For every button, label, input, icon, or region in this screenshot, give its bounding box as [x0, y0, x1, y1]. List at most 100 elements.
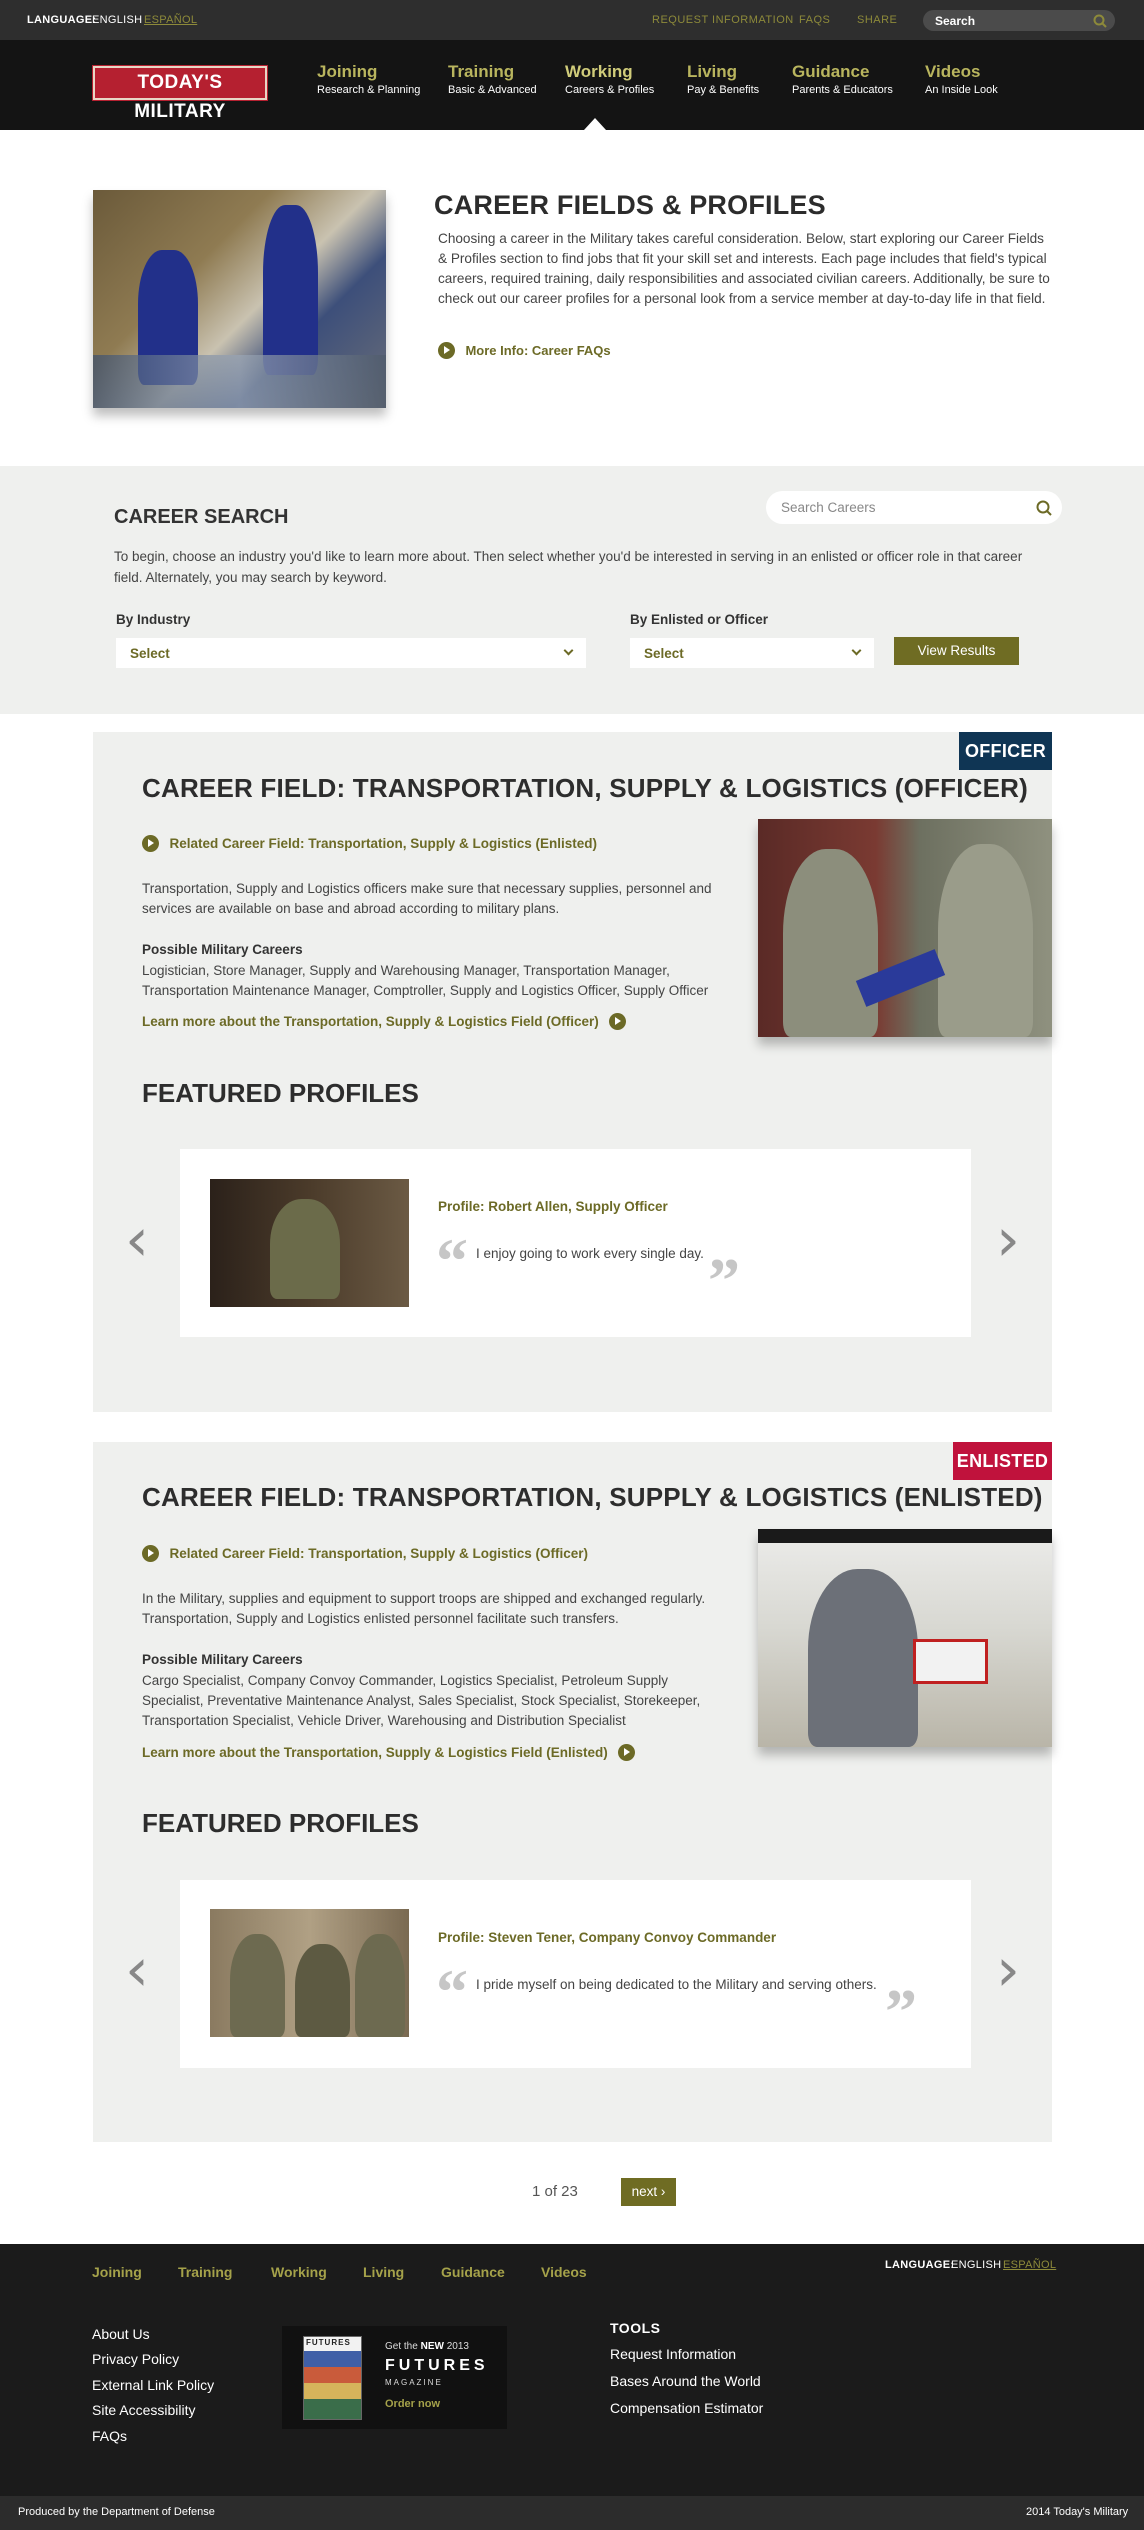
site-footer: [0, 2244, 1144, 2496]
footer-link-privacy[interactable]: Privacy Policy: [92, 2351, 179, 2367]
featured-profiles-title: FEATURED PROFILES: [142, 1808, 419, 1838]
futures-magazine-promo[interactable]: FUTURES Get the NEW 2013 FUTURES MAGAZIN…: [282, 2326, 507, 2429]
career-search-placeholder: Search Careers: [781, 500, 876, 515]
footer-nav-working[interactable]: Working: [271, 2264, 327, 2280]
carousel-next-icon[interactable]: ›: [996, 1940, 1020, 2000]
profile-photo: [210, 1909, 409, 2037]
profile-photo: [210, 1179, 409, 1307]
related-career-link[interactable]: Related Career Field: Transportation, Su…: [142, 1545, 588, 1563]
carousel-prev-icon[interactable]: ‹: [125, 1210, 149, 1270]
magazine-cover-title: FUTURES: [306, 2338, 351, 2347]
search-icon[interactable]: [1093, 14, 1107, 28]
career-field-description: Transportation, Supply and Logistics off…: [142, 881, 712, 916]
magazine-cover-image: FUTURES: [303, 2336, 362, 2420]
next-page-button[interactable]: next ›: [621, 2178, 676, 2206]
footer-nav-living[interactable]: Living: [363, 2264, 404, 2280]
logo-text: TODAY'S MILITARY: [134, 72, 226, 122]
profile-name-link[interactable]: Profile: Steven Tener, Company Convoy Co…: [438, 1930, 776, 1945]
profile-card: Profile: Steven Tener, Company Convoy Co…: [180, 1880, 971, 2068]
language-english[interactable]: ENGLISH: [92, 14, 142, 26]
promo-brand: FUTURES: [385, 2357, 489, 2374]
request-information-link[interactable]: REQUEST INFORMATION: [652, 14, 794, 26]
footer-nav-joining[interactable]: Joining: [92, 2264, 142, 2280]
active-nav-pointer: [584, 118, 606, 130]
career-faqs-link[interactable]: More Info: Career FAQs: [438, 342, 611, 360]
possible-careers-list: Logistician, Store Manager, Supply and W…: [142, 963, 709, 998]
featured-profiles-title: FEATURED PROFILES: [142, 1078, 419, 1108]
page-indicator: 1 of 23: [532, 2183, 578, 2200]
nav-subtitle: Basic & Advanced: [448, 84, 537, 96]
arrow-circle-icon: [142, 835, 159, 853]
copyright-text: 2014 Today's Military: [1026, 2506, 1129, 2518]
language-espanol[interactable]: ESPAÑOL: [144, 14, 197, 26]
tools-heading: TOOLS: [610, 2320, 661, 2336]
learn-more-link[interactable]: Learn more about the Transportation, Sup…: [142, 1013, 627, 1031]
career-field-photo: [758, 819, 1052, 1037]
produced-by-text: Produced by the Department of Defense: [18, 2506, 215, 2518]
site-search-input[interactable]: Search: [923, 10, 1115, 31]
promo-line: Get the: [385, 2341, 418, 2352]
footer-nav-guidance[interactable]: Guidance: [441, 2264, 505, 2280]
role-select[interactable]: Select: [630, 638, 874, 668]
nav-videos[interactable]: Videos An Inside Look: [925, 62, 998, 98]
footer-link-accessibility[interactable]: Site Accessibility: [92, 2402, 195, 2418]
nav-training[interactable]: Training Basic & Advanced: [448, 62, 537, 98]
related-career-label: Related Career Field: Transportation, Su…: [169, 836, 598, 851]
role-label: By Enlisted or Officer: [630, 612, 769, 627]
learn-more-link[interactable]: Learn more about the Transportation, Sup…: [142, 1744, 636, 1762]
career-field-title: CAREER FIELD: TRANSPORTATION, SUPPLY & L…: [142, 773, 1029, 803]
promo-headline: Get the NEW 2013: [385, 2341, 469, 2352]
intro-text: Choosing a career in the Military takes …: [438, 231, 1050, 306]
footer-language-espanol[interactable]: ESPAÑOL: [1003, 2259, 1056, 2271]
promo-subtitle: MAGAZINE: [385, 2378, 443, 2387]
promo-year: 2013: [446, 2341, 469, 2352]
learn-more-label: Learn more about the Transportation, Sup…: [142, 1014, 599, 1029]
tool-request-information[interactable]: Request Information: [610, 2346, 736, 2362]
faqs-link[interactable]: FAQS: [799, 14, 830, 26]
industry-label: By Industry: [116, 612, 191, 627]
career-field-photo: [758, 1529, 1052, 1747]
footer-language-english[interactable]: ENGLISH: [951, 2259, 1001, 2271]
share-link[interactable]: SHARE: [857, 14, 897, 26]
open-quote-icon: “: [436, 1956, 468, 2027]
profile-name-link[interactable]: Profile: Robert Allen, Supply Officer: [438, 1199, 668, 1214]
possible-careers-heading: Possible Military Careers: [142, 942, 303, 957]
career-faqs-label: More Info: Career FAQs: [465, 343, 611, 358]
industry-select[interactable]: Select: [116, 638, 586, 668]
carousel-next-icon[interactable]: ›: [996, 1210, 1020, 1270]
tool-bases-around-world[interactable]: Bases Around the World: [610, 2373, 761, 2389]
footer-nav-videos[interactable]: Videos: [541, 2264, 587, 2280]
footer-link-faqs[interactable]: FAQs: [92, 2428, 127, 2444]
nav-joining[interactable]: Joining Research & Planning: [317, 62, 420, 98]
footer-nav-training[interactable]: Training: [178, 2264, 232, 2280]
close-quote-icon: ”: [885, 1976, 917, 2047]
career-search-input[interactable]: Search Careers: [766, 491, 1062, 524]
career-field-title: CAREER FIELD: TRANSPORTATION, SUPPLY & L…: [142, 1482, 1043, 1512]
role-select-value: Select: [644, 646, 684, 661]
view-results-button[interactable]: View Results: [894, 637, 1019, 665]
footer-link-about[interactable]: About Us: [92, 2326, 150, 2342]
nav-subtitle: Pay & Benefits: [687, 84, 760, 96]
enlisted-badge: ENLISTED: [953, 1442, 1052, 1480]
nav-subtitle: Careers & Profiles: [565, 84, 655, 96]
tool-compensation-estimator[interactable]: Compensation Estimator: [610, 2400, 763, 2416]
carousel-prev-icon[interactable]: ‹: [125, 1940, 149, 2000]
related-career-link[interactable]: Related Career Field: Transportation, Su…: [142, 835, 597, 853]
promo-new: NEW: [420, 2341, 444, 2352]
nav-title: Training: [448, 62, 515, 81]
close-quote-icon: ”: [708, 1245, 740, 1316]
officer-badge: OFFICER: [959, 732, 1052, 770]
nav-subtitle: An Inside Look: [925, 84, 998, 96]
career-search-title: CAREER SEARCH: [114, 506, 289, 528]
footer-link-external-policy[interactable]: External Link Policy: [92, 2377, 214, 2393]
intro-photo: [93, 190, 386, 408]
order-now-link[interactable]: Order now: [385, 2398, 440, 2410]
site-logo[interactable]: TODAY'S MILITARY: [92, 65, 268, 122]
industry-select-value: Select: [130, 646, 170, 661]
nav-living[interactable]: Living Pay & Benefits: [687, 62, 759, 98]
nav-guidance[interactable]: Guidance Parents & Educators: [792, 62, 893, 98]
search-icon[interactable]: [1036, 500, 1052, 516]
nav-working[interactable]: Working Careers & Profiles: [565, 62, 654, 98]
language-label: LANGUAGE:: [27, 14, 97, 26]
related-career-label: Related Career Field: Transportation, Su…: [169, 1546, 589, 1561]
